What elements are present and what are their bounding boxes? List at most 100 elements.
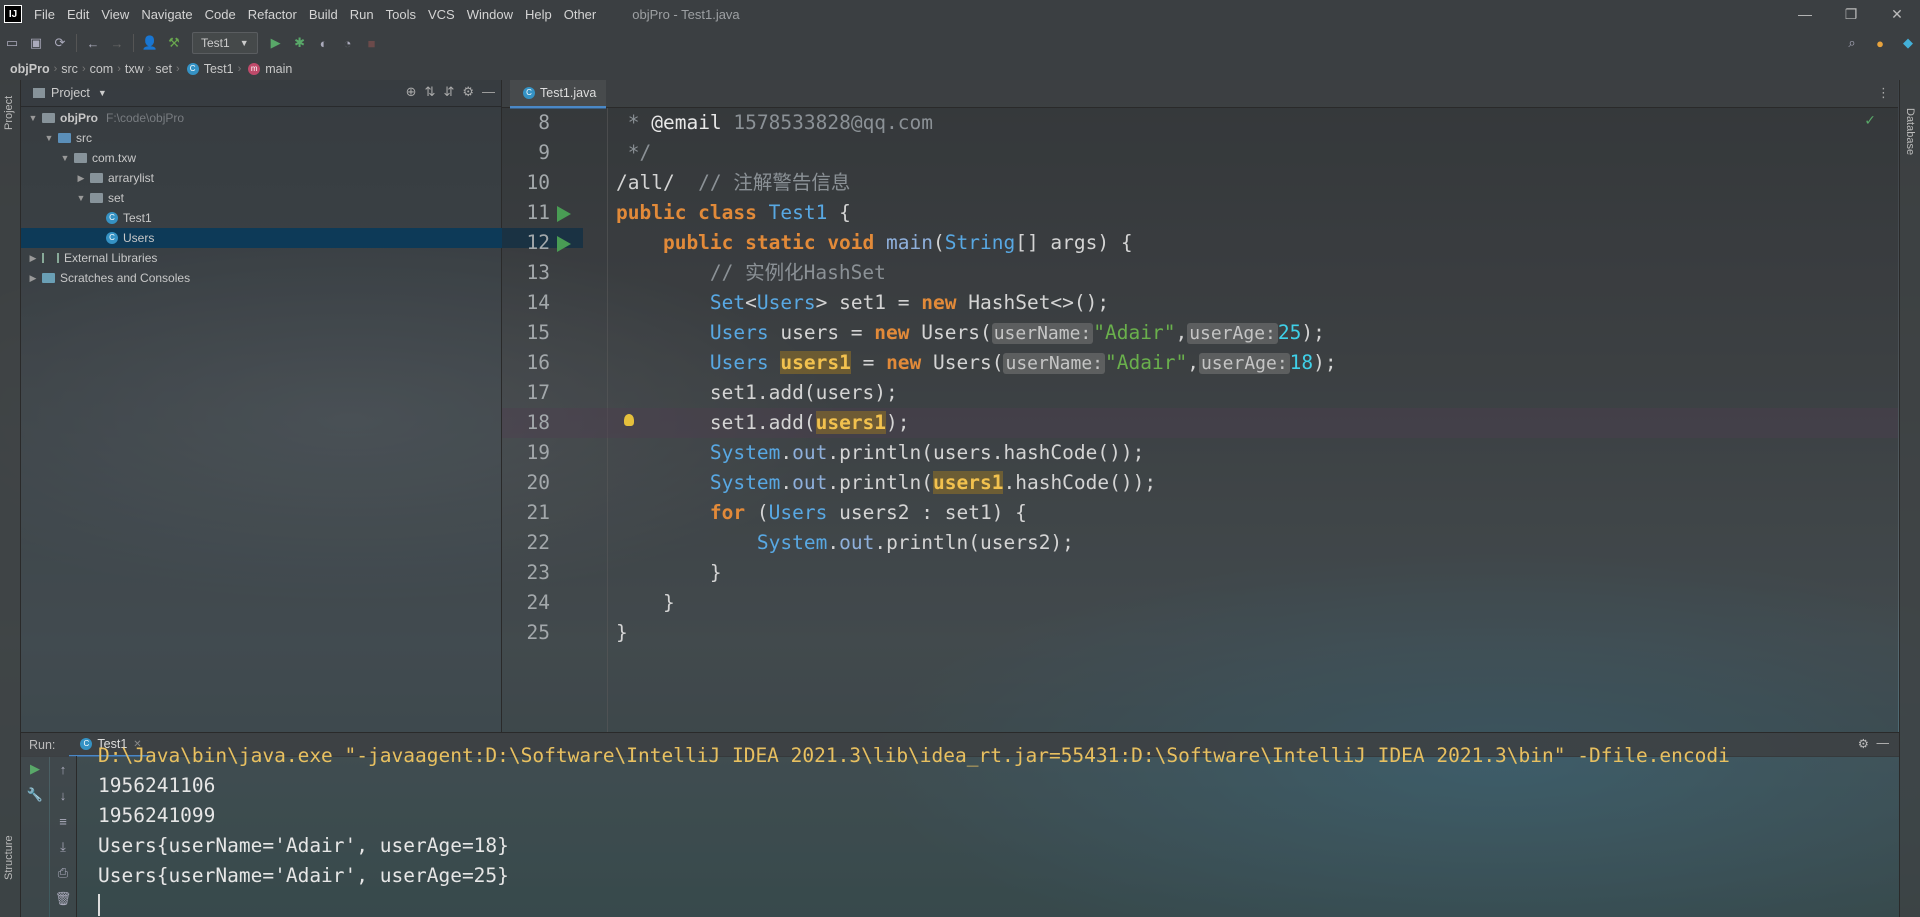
menu-tools[interactable]: Tools xyxy=(380,7,422,22)
stop-icon[interactable]: ■ xyxy=(360,32,384,54)
menu-navigate[interactable]: Navigate xyxy=(135,7,198,22)
gear-icon[interactable]: ⚙ xyxy=(462,84,474,100)
plugin-icon[interactable]: ◆ xyxy=(1896,32,1920,54)
console-output[interactable]: D:\Java\bin\java.exe "-javaagent:D:\Soft… xyxy=(77,744,1899,917)
minimize-icon[interactable]: — xyxy=(1782,0,1828,28)
menu-help[interactable]: Help xyxy=(519,7,558,22)
tree-item-objpro[interactable]: ▼ objPro F:\code\objPro xyxy=(21,108,507,128)
update-icon[interactable]: ● xyxy=(1868,32,1892,54)
print-icon[interactable]: ⎙ xyxy=(50,860,76,886)
menu-other[interactable]: Other xyxy=(558,7,603,22)
search-everywhere-icon[interactable]: ⌕ xyxy=(1840,32,1864,54)
sync-icon[interactable]: ⟳ xyxy=(48,32,72,54)
scroll-up-icon[interactable]: ↑ xyxy=(50,756,76,782)
open-folder-icon[interactable]: ▭ xyxy=(0,32,24,54)
menu-edit[interactable]: Edit xyxy=(61,7,95,22)
restore-icon[interactable]: ❐ xyxy=(1828,0,1874,28)
highlighted-token: users1 xyxy=(780,351,851,374)
scroll-to-end-icon[interactable]: ⤓ xyxy=(50,834,76,860)
expand-all-icon[interactable]: ⇅ xyxy=(425,84,436,100)
package-icon xyxy=(90,173,103,183)
tree-item-users[interactable]: C Users xyxy=(21,228,583,248)
chevron-down-icon[interactable]: ▼ xyxy=(98,88,107,98)
chevron-right-icon[interactable]: ▶ xyxy=(27,273,39,284)
hide-icon[interactable]: — xyxy=(482,84,495,100)
run-configuration-select[interactable]: Test1 ▼ xyxy=(192,32,258,54)
line-number: 11 xyxy=(526,201,550,224)
breadcrumb-test1[interactable]: C Test1 xyxy=(180,62,238,76)
menu-build[interactable]: Build xyxy=(303,7,344,22)
code-line: 23 } xyxy=(502,558,1898,588)
breadcrumb-project[interactable]: objPro xyxy=(0,62,54,76)
breadcrumb-src[interactable]: src xyxy=(57,62,82,76)
module-folder-icon xyxy=(42,113,55,123)
collapse-all-icon[interactable]: ⇵ xyxy=(443,84,454,100)
code-token: * xyxy=(616,111,652,134)
tree-item-external-libraries[interactable]: ▶ External Libraries xyxy=(21,248,507,268)
forward-icon[interactable]: → xyxy=(105,32,129,54)
breadcrumb-main[interactable]: m main xyxy=(241,62,296,76)
intellij-logo-icon[interactable]: IJ xyxy=(4,5,22,23)
breadcrumb-txw[interactable]: txw xyxy=(121,62,148,76)
tree-item-scratches[interactable]: ▶ Scratches and Consoles xyxy=(21,268,507,288)
debug-icon[interactable]: ✱ xyxy=(288,32,312,54)
back-icon[interactable]: ← xyxy=(81,32,105,54)
tree-item-src[interactable]: ▼ src xyxy=(21,128,523,148)
locate-icon[interactable]: ⊕ xyxy=(406,84,417,100)
menu-run[interactable]: Run xyxy=(344,7,380,22)
wrench-icon[interactable]: 🔧 xyxy=(21,782,49,808)
build-hammer-icon[interactable]: ⚒ xyxy=(162,32,186,54)
code-token: . xyxy=(780,441,793,464)
menu-window[interactable]: Window xyxy=(461,7,519,22)
more-tabs-icon[interactable]: ⋮ xyxy=(1877,85,1890,101)
code-token: Users xyxy=(709,321,769,344)
run-class-icon[interactable] xyxy=(557,206,571,222)
profile-icon[interactable]: ◔ xyxy=(336,32,360,54)
code-line: 16 Users users1 = new Users(userName: "Ad… xyxy=(502,348,1898,378)
code-line: 11 public class Test1 { xyxy=(502,198,1898,228)
menu-vcs[interactable]: VCS xyxy=(422,7,461,22)
breadcrumb-com[interactable]: com xyxy=(86,62,118,76)
user-icon[interactable]: 👤 xyxy=(138,32,162,54)
chevron-down-icon[interactable]: ▼ xyxy=(75,193,87,203)
tree-item-com-txw[interactable]: ▼ com.txw xyxy=(21,148,539,168)
tree-item-test1[interactable]: C Test1 xyxy=(21,208,583,228)
code-token: System xyxy=(756,531,828,554)
menu-view[interactable]: View xyxy=(95,7,135,22)
scroll-down-icon[interactable]: ↓ xyxy=(50,782,76,808)
tree-item-arrarylist[interactable]: ▶ arrarylist xyxy=(21,168,555,188)
chevron-down-icon[interactable]: ▼ xyxy=(27,113,39,123)
chevron-down-icon[interactable]: ▼ xyxy=(43,133,55,143)
breadcrumb-set[interactable]: set xyxy=(151,62,176,76)
run-main-icon[interactable] xyxy=(557,236,571,252)
code-token: "Adair" xyxy=(1105,351,1188,374)
run-icon[interactable]: ▶ xyxy=(264,32,288,54)
code-token: String xyxy=(944,231,1016,254)
coverage-icon[interactable]: ◐ xyxy=(312,32,336,54)
code-text: * @email 1578533828@qq.com xyxy=(616,108,933,138)
line-number: 18 xyxy=(526,411,550,434)
chevron-right-icon[interactable]: ▶ xyxy=(27,253,39,264)
soft-wrap-icon[interactable]: ≡ xyxy=(50,808,76,834)
save-all-icon[interactable]: ▣ xyxy=(24,32,48,54)
menu-file[interactable]: File xyxy=(28,7,61,22)
structure-tool-tab[interactable]: Structure xyxy=(3,835,15,880)
rerun-icon[interactable]: ▶ xyxy=(21,756,49,782)
tree-item-set[interactable]: ▼ set xyxy=(21,188,555,208)
chevron-down-icon[interactable]: ▼ xyxy=(59,153,71,163)
code-token: Users xyxy=(709,351,769,374)
code-token: for xyxy=(709,501,746,524)
close-icon[interactable]: ✕ xyxy=(1874,0,1920,28)
database-tool-tab[interactable]: Database xyxy=(1904,108,1916,155)
trash-icon[interactable]: 🗑 xyxy=(50,886,76,912)
line-number: 24 xyxy=(526,591,550,614)
chevron-right-icon[interactable]: ▶ xyxy=(75,173,87,184)
project-tool-tab[interactable]: Project xyxy=(3,96,15,130)
menu-code[interactable]: Code xyxy=(199,7,242,22)
code-token: < xyxy=(745,291,757,314)
project-view-selector[interactable]: Project xyxy=(51,86,90,100)
tab-test1-java[interactable]: C Test1.java xyxy=(510,80,607,109)
code-editor[interactable]: ✓ 8 * @email 1578533828@qq.com 9 */ 10 /… xyxy=(502,108,1898,732)
menu-refactor[interactable]: Refactor xyxy=(242,7,303,22)
